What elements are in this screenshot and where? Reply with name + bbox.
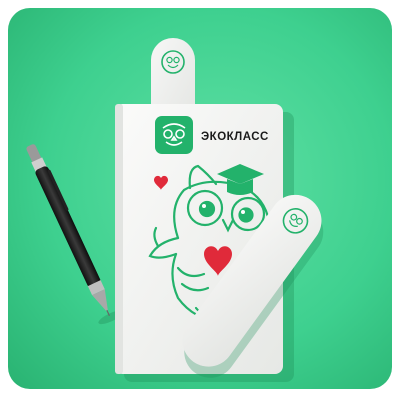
product-photo: ЭКОКЛАСС — [8, 8, 392, 389]
owl-logo-icon — [155, 116, 193, 154]
brand-name: ЭКОКЛАСС — [201, 131, 269, 143]
